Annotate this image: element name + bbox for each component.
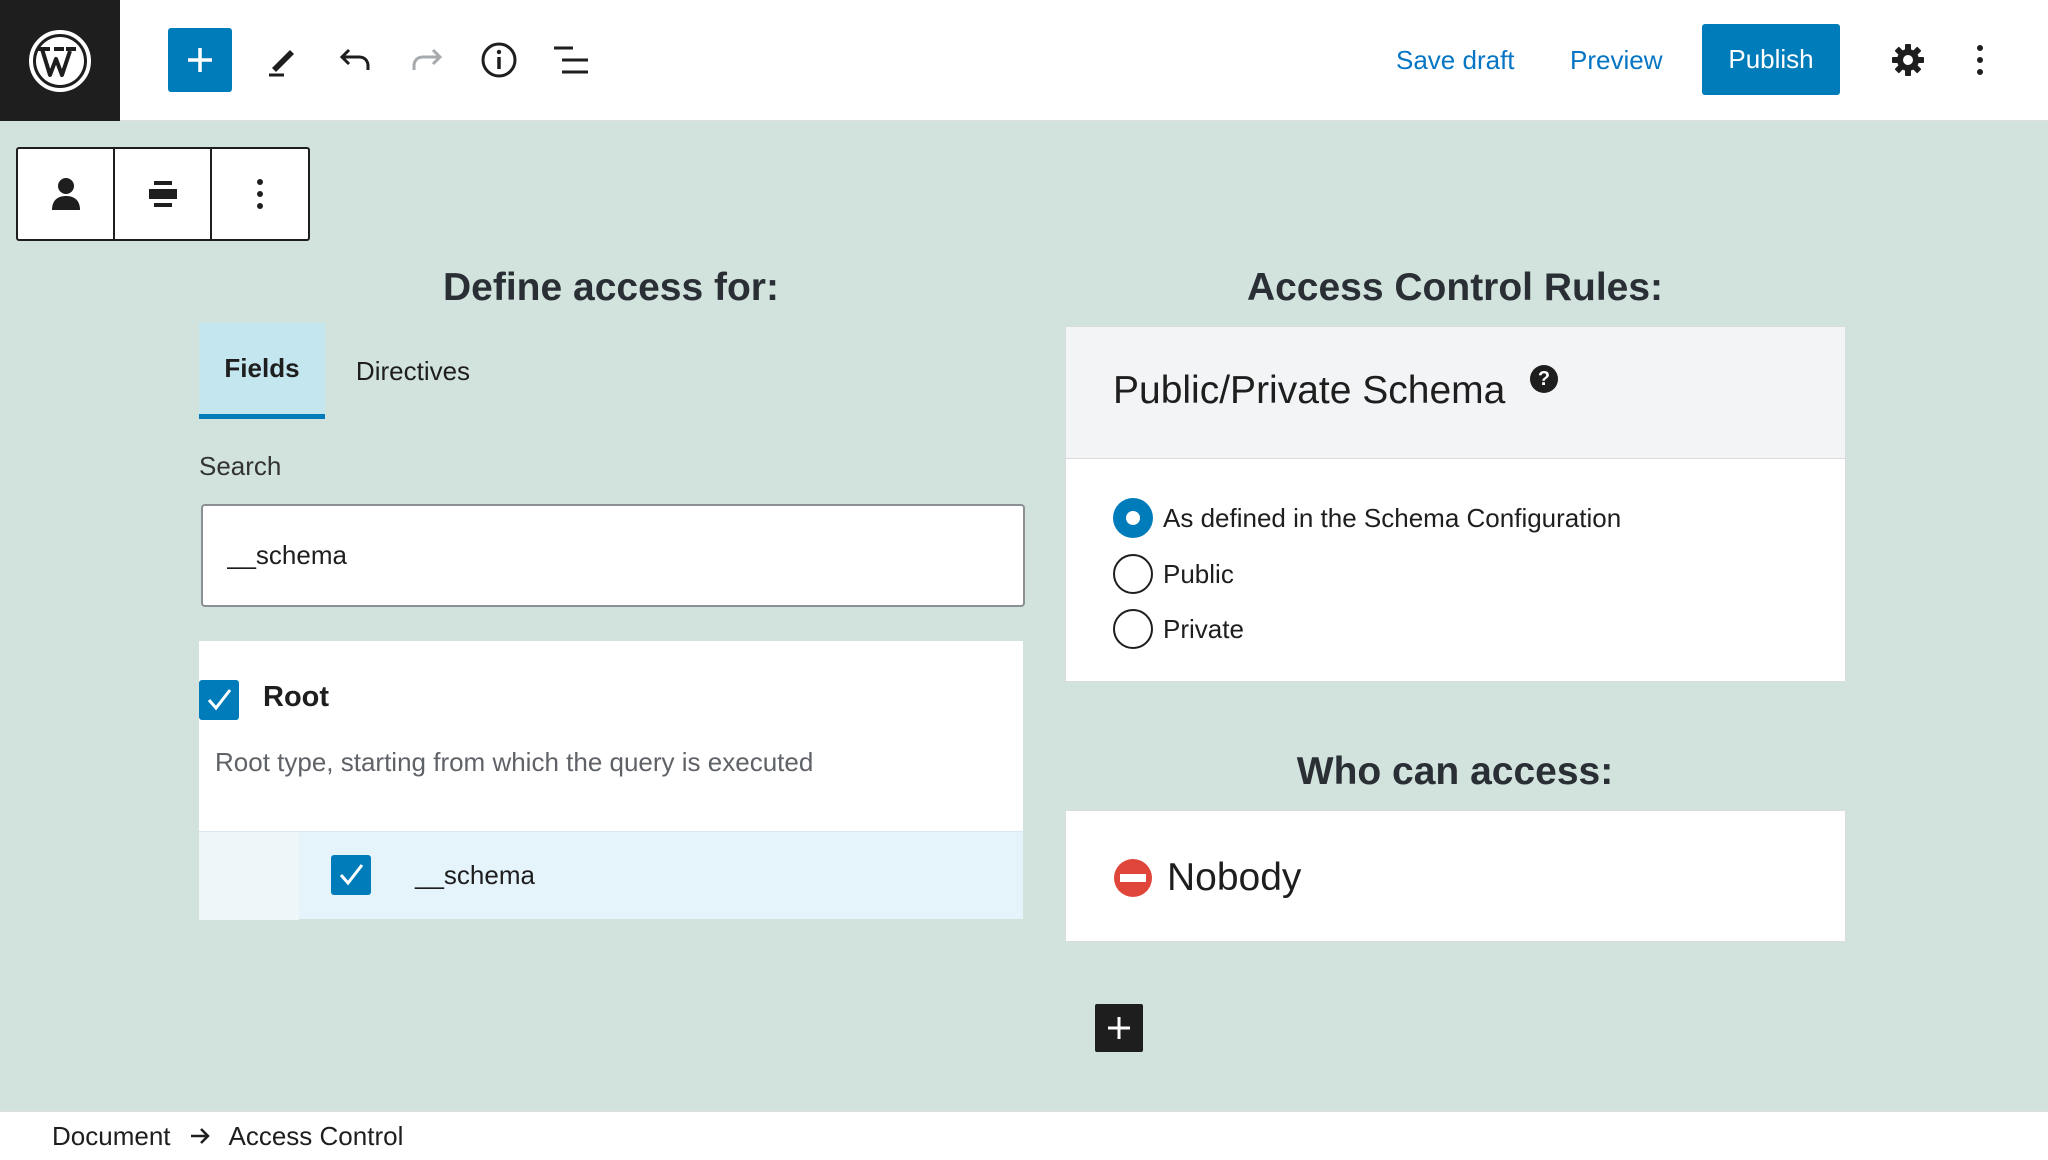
- block-type-button[interactable]: [18, 149, 115, 239]
- breadcrumb: Document Access Control: [0, 1111, 2048, 1160]
- radio-button[interactable]: [1113, 609, 1153, 649]
- access-tabs: Fields Directives: [199, 323, 501, 419]
- schema-visibility-panel: Public/Private Schema ? As defined in th…: [1065, 326, 1846, 682]
- who-can-access-panel: Nobody: [1065, 810, 1846, 942]
- question-icon[interactable]: ?: [1530, 365, 1558, 393]
- list-view-icon: [554, 46, 588, 74]
- schema-visibility-panel-header: Public/Private Schema ?: [1066, 327, 1845, 459]
- undo-icon: [339, 48, 370, 70]
- list-item-indent: [199, 832, 299, 920]
- vertical-ellipsis-icon: [257, 179, 263, 209]
- breadcrumb-document[interactable]: Document: [52, 1121, 171, 1152]
- add-block-inline-button[interactable]: [1095, 1004, 1143, 1052]
- tab-directives[interactable]: Directives: [325, 323, 501, 419]
- editor-header: Save draft Preview Publish: [0, 0, 2048, 121]
- add-block-button[interactable]: [168, 28, 232, 92]
- gear-icon: [1892, 44, 1924, 76]
- radio-button[interactable]: [1113, 498, 1153, 538]
- align-icon: [148, 181, 177, 207]
- schema-field-checkbox[interactable]: [331, 855, 371, 895]
- save-draft-button[interactable]: Save draft: [1396, 34, 1515, 86]
- checkmark-icon: [339, 864, 364, 886]
- checkmark-icon: [207, 689, 232, 711]
- plus-icon: [1108, 1017, 1130, 1039]
- redo-icon: [412, 48, 443, 70]
- list-item[interactable]: __schema: [199, 831, 1023, 920]
- breadcrumb-access-control[interactable]: Access Control: [229, 1121, 404, 1152]
- user-icon: [51, 178, 80, 210]
- who-can-access-heading: Who can access:: [1296, 750, 1614, 793]
- arrow-right-icon: [189, 1121, 211, 1152]
- radio-button[interactable]: [1113, 554, 1153, 594]
- field-list: Root Root type, starting from which the …: [199, 641, 1023, 920]
- wordpress-logo-icon[interactable]: [0, 0, 120, 121]
- search-input[interactable]: [201, 504, 1025, 607]
- schema-field-label: __schema: [415, 860, 535, 890]
- list-view-button[interactable]: [539, 28, 603, 92]
- root-type-description: Root type, starting from which the query…: [215, 747, 814, 777]
- schema-visibility-title: Public/Private Schema: [1113, 369, 1506, 412]
- block-options-button[interactable]: [212, 149, 308, 239]
- radio-label: Public: [1163, 558, 1234, 589]
- radio-schema-configuration[interactable]: As defined in the Schema Configuration: [1113, 498, 1621, 538]
- tab-fields[interactable]: Fields: [199, 323, 325, 419]
- align-button[interactable]: [115, 149, 212, 239]
- tools-button[interactable]: [250, 28, 314, 92]
- no-entry-icon: [1114, 859, 1152, 897]
- radio-label: As defined in the Schema Configuration: [1163, 502, 1622, 533]
- settings-button[interactable]: [1876, 28, 1940, 92]
- access-control-rules-heading: Access Control Rules:: [1246, 266, 1664, 309]
- radio-public[interactable]: Public: [1113, 554, 1234, 594]
- nobody-option[interactable]: Nobody: [1113, 851, 1301, 905]
- root-checkbox[interactable]: [199, 680, 239, 720]
- block-toolbar: [16, 147, 310, 241]
- vertical-ellipsis-icon: [1977, 45, 1983, 75]
- root-type-label: Root: [263, 681, 330, 713]
- publish-button[interactable]: Publish: [1702, 24, 1840, 95]
- radio-label: Private: [1163, 613, 1244, 644]
- radio-private[interactable]: Private: [1113, 609, 1244, 649]
- info-icon: [481, 42, 517, 78]
- options-button[interactable]: [1948, 28, 2012, 92]
- preview-button[interactable]: Preview: [1570, 34, 1662, 86]
- define-access-heading: Define access for:: [443, 266, 779, 309]
- redo-button[interactable]: [395, 28, 459, 92]
- plus-icon: [188, 48, 212, 72]
- undo-button[interactable]: [323, 28, 387, 92]
- search-label: Search: [199, 451, 282, 481]
- pencil-icon: [269, 50, 294, 77]
- nobody-label: Nobody: [1167, 856, 1302, 899]
- details-button[interactable]: [467, 28, 531, 92]
